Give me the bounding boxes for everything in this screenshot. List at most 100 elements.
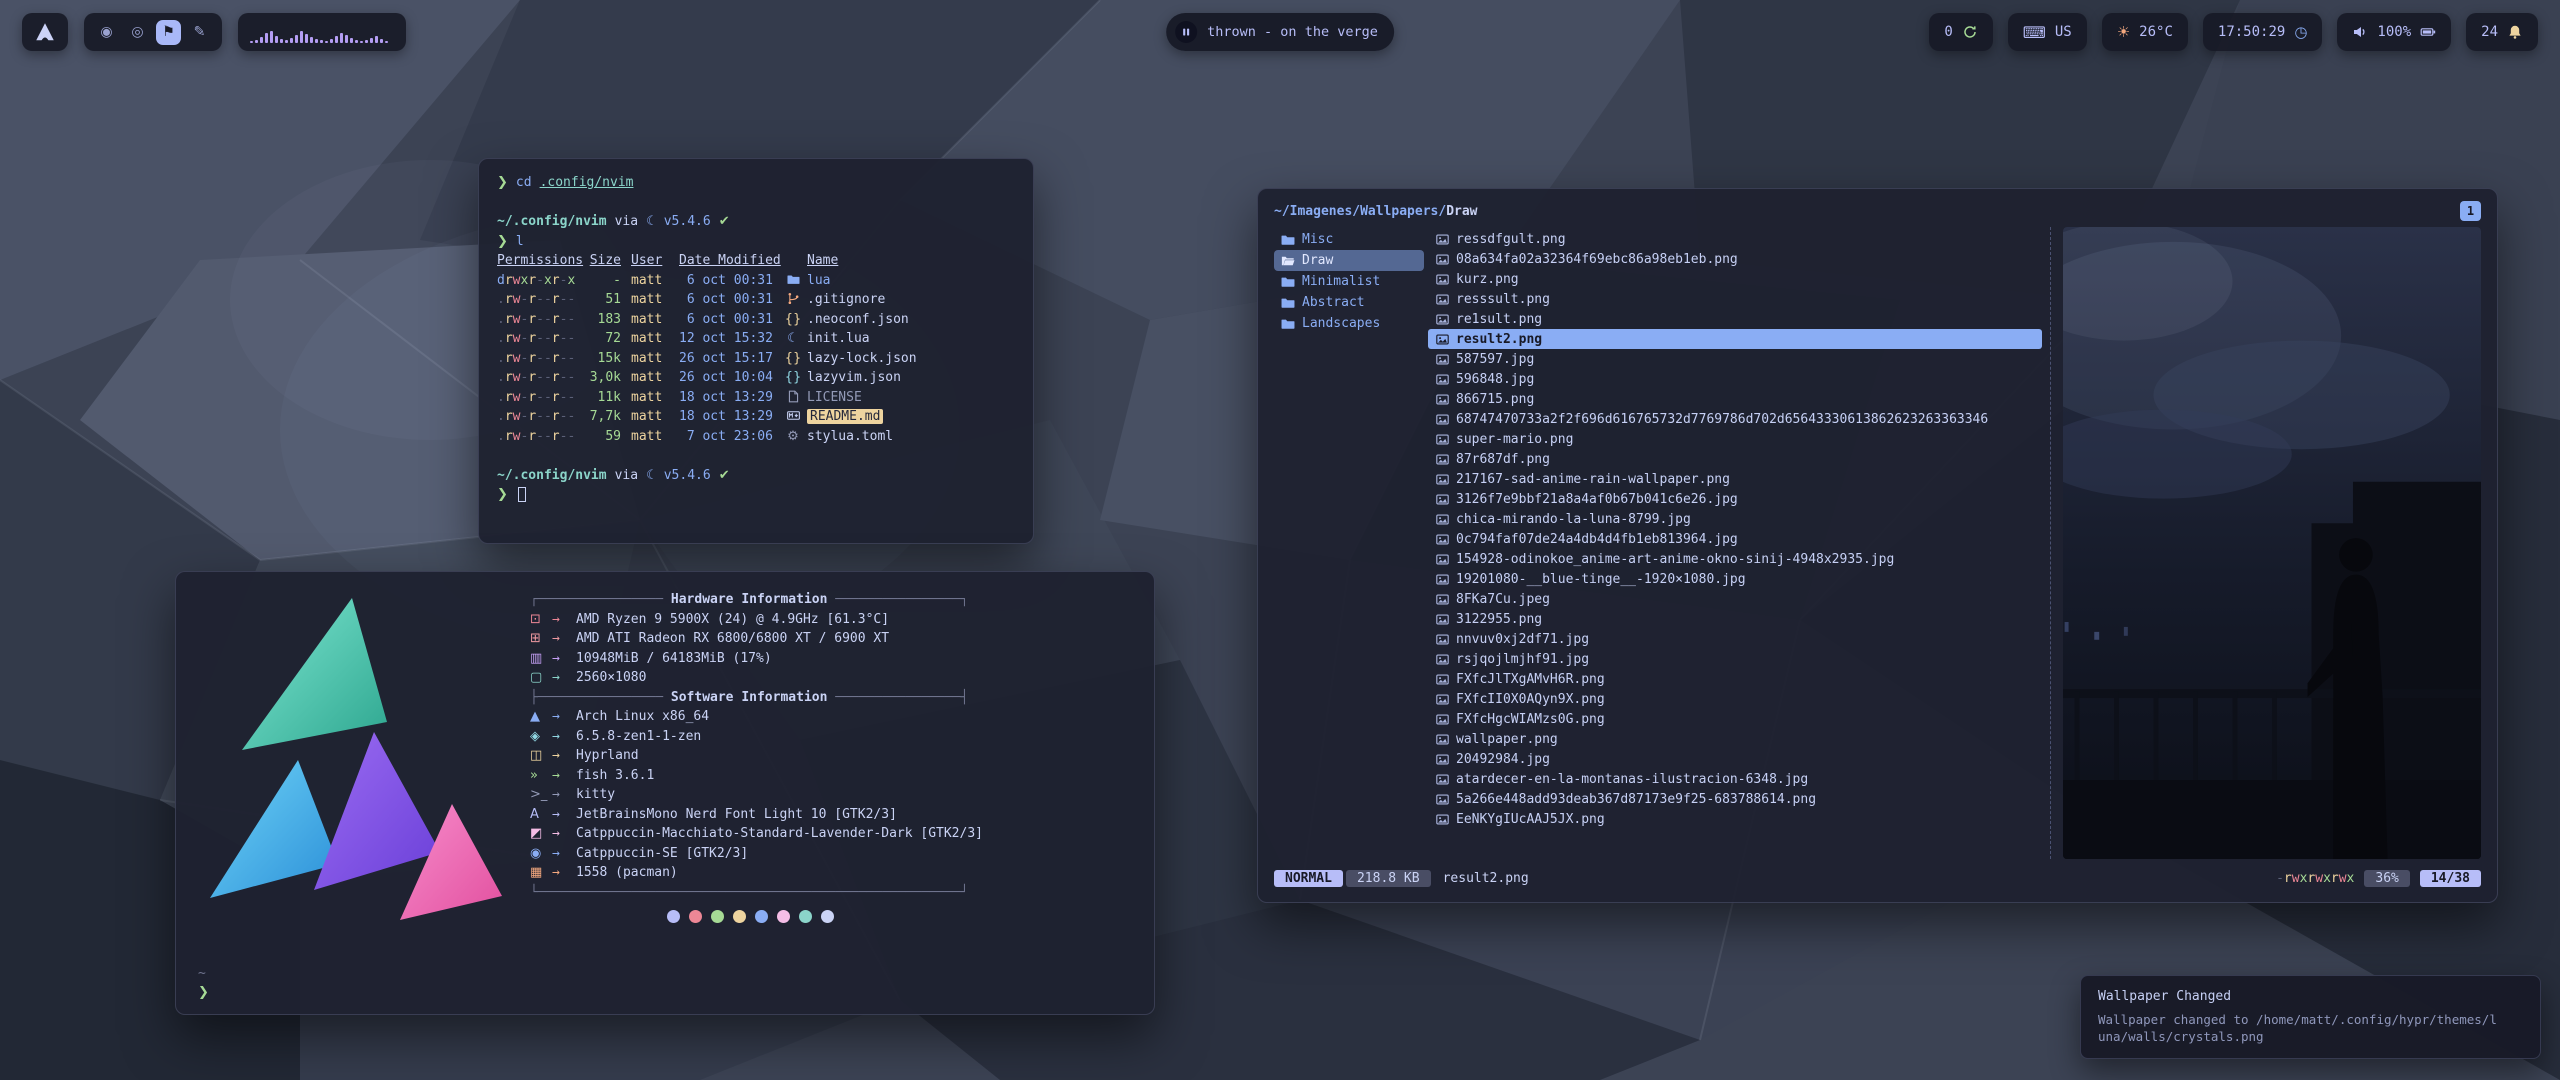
updates-module[interactable]: 0 [1929, 13, 1992, 51]
info-icon: ◩ [530, 824, 552, 844]
info-value: Catppuccin-SE [GTK2/3] [576, 844, 748, 864]
folder-item[interactable]: Misc [1274, 229, 1424, 250]
file-item[interactable]: FXfcHgcWIAMzs0G.png [1428, 709, 2042, 729]
file-listing-row: .rw-r--r-- 15k matt 26 oct 15:17 {} lazy… [497, 349, 1015, 369]
file-item[interactable]: 217167-sad-anime-rain-wallpaper.png [1428, 469, 2042, 489]
file-type-icon [783, 409, 803, 424]
palette-color-dot [689, 910, 702, 923]
shell-input-line[interactable]: ❯ [497, 485, 1015, 505]
command-line: ❯cd.config/nvim [497, 173, 1015, 193]
file-item[interactable]: atardecer-en-la-montanas-ilustracion-634… [1428, 769, 2042, 789]
shell-context-line: ~/.config/nvimvia☾v5.4.6✔ [497, 466, 1015, 486]
file-owner: matt [631, 429, 669, 444]
tab-indicator[interactable]: 1 [2460, 201, 2481, 221]
info-value: Catppuccin-Macchiato-Standard-Lavender-D… [576, 824, 983, 844]
file-item[interactable]: 866715.png [1428, 389, 2042, 409]
file-item[interactable]: EeNKYgIUcAAJ5JX.png [1428, 809, 2042, 829]
folder-item[interactable]: Landscapes [1274, 313, 1424, 334]
file-listing-row: .rw-r--r-- 51 matt 6 oct 00:31 .gitignor… [497, 290, 1015, 310]
folder-item[interactable]: Abstract [1274, 292, 1424, 313]
workspace-button[interactable]: ◉ [94, 20, 119, 45]
info-row: ▢ → 2560×1080 [530, 668, 983, 688]
command-arg: .config/nvim [540, 175, 634, 190]
arrow-icon: → [552, 727, 576, 747]
file-item[interactable]: 8FKa7Cu.jpeg [1428, 589, 2042, 609]
file-name: 87r687df.png [1456, 452, 1550, 467]
weather-module[interactable]: ☀ 26°C [2102, 13, 2188, 51]
workspaces-module: ◉◎⚑✎ [84, 13, 222, 51]
workspace-button[interactable]: ◎ [125, 20, 150, 45]
mode-badge: NORMAL [1274, 870, 1343, 887]
workspace-button[interactable]: ✎ [187, 20, 212, 45]
info-icon: ▲ [530, 707, 552, 727]
file-owner: matt [631, 409, 669, 424]
file-item[interactable]: super-mario.png [1428, 429, 2042, 449]
shell-prompt[interactable]: ~ ❯ [198, 964, 209, 1002]
file-item[interactable]: 68747470733a2f2f696d616765732d7769786d70… [1428, 409, 2042, 429]
info-value: kitty [576, 785, 615, 805]
shell-context-line: ~/.config/nvimvia☾v5.4.6✔ [497, 212, 1015, 232]
clock-module[interactable]: 17:50:29 ◷ [2203, 13, 2323, 51]
file-item[interactable]: 5a266e448add93deab367d87173e9f25-6837886… [1428, 789, 2042, 809]
file-item[interactable]: 596848.jpg [1428, 369, 2042, 389]
file-type-icon [783, 390, 803, 405]
file-item[interactable]: 3126f7e9bbf21a8a4af0b67b041c6e26.jpg [1428, 489, 2042, 509]
file-item[interactable]: result2.png [1428, 329, 2042, 349]
workspace-button[interactable]: ⚑ [156, 20, 181, 45]
notification-popup[interactable]: Wallpaper Changed Wallpaper changed to /… [2080, 975, 2541, 1059]
file-size: - [581, 273, 621, 288]
file-item[interactable]: ressdfgult.png [1428, 229, 2042, 249]
folder-name: Abstract [1302, 295, 1365, 310]
file-item[interactable]: 0c794faf07de24a4db4d4fb1eb813964.jpg [1428, 529, 2042, 549]
file-item[interactable]: re1sult.png [1428, 309, 2042, 329]
keyboard-layout: US [2055, 24, 2072, 40]
file-item[interactable]: rsjqojlmjhf91.jpg [1428, 649, 2042, 669]
file-date: 6 oct 00:31 [679, 273, 783, 288]
file-item[interactable]: chica-mirando-la-luna-8799.jpg [1428, 509, 2042, 529]
file-item[interactable]: FXfcII0X0AQyn9X.png [1428, 689, 2042, 709]
volume-module[interactable]: 100% [2337, 13, 2451, 51]
info-row: ⊡ → AMD Ryzen 9 5900X (24) @ 4.9GHz [61.… [530, 610, 983, 630]
info-row: ◉ → Catppuccin-SE [GTK2/3] [530, 844, 983, 864]
image-file-icon [1436, 253, 1449, 266]
file-item[interactable]: resssult.png [1428, 289, 2042, 309]
launcher-button[interactable] [22, 13, 68, 51]
file-item[interactable]: nnvuv0xj2df71.jpg [1428, 629, 2042, 649]
info-row: ⊞ → AMD ATI Radeon RX 6800/6800 XT / 690… [530, 629, 983, 649]
file-name: result2.png [1456, 332, 1542, 347]
cursor-position-badge: 14/38 [2420, 870, 2481, 887]
file-name: EeNKYgIUcAAJ5JX.png [1456, 812, 1605, 827]
file-item[interactable]: kurz.png [1428, 269, 2042, 289]
file-item[interactable]: 20492984.jpg [1428, 749, 2042, 769]
media-player-module[interactable]: thrown - on the verge [1166, 13, 1394, 51]
file-item[interactable]: 08a634fa02a32364f69ebc86a98eb1eb.png [1428, 249, 2042, 269]
pane-separator [2050, 227, 2051, 859]
fastfetch-window[interactable]: ┌──────────────── Hardware Information ─… [175, 571, 1155, 1015]
terminal-window[interactable]: ❯cd.config/nvim ~/.config/nvimvia☾v5.4.6… [478, 158, 1034, 544]
keyboard-layout-module[interactable]: ⌨ US [2008, 13, 2087, 51]
file-name: ressdfgult.png [1456, 232, 1566, 247]
file-name: 3122955.png [1456, 612, 1542, 627]
folder-item[interactable]: Draw [1274, 250, 1424, 271]
file-item[interactable]: 19201080-__blue-tinge__-1920×1080.jpg [1428, 569, 2042, 589]
file-item[interactable]: FXfcJlTXgAMvH6R.png [1428, 669, 2042, 689]
file-manager-window[interactable]: ~/Imagenes/Wallpapers/ Draw 1 Misc Draw … [1257, 188, 2498, 903]
file-name: stylua.toml [807, 429, 893, 444]
volume-level: 100% [2377, 24, 2411, 40]
notifications-module[interactable]: 24 [2466, 13, 2538, 51]
file-item[interactable]: wallpaper.png [1428, 729, 2042, 749]
info-icon: » [530, 766, 552, 786]
file-name: 587597.jpg [1456, 352, 1534, 367]
info-icon: A [530, 805, 552, 825]
file-item[interactable]: 154928-odinokoe_anime-art-anime-okno-sin… [1428, 549, 2042, 569]
file-item[interactable]: 587597.jpg [1428, 349, 2042, 369]
file-name: rsjqojlmjhf91.jpg [1456, 652, 1589, 667]
file-manager-header: ~/Imagenes/Wallpapers/ Draw 1 [1274, 197, 2481, 225]
file-name: atardecer-en-la-montanas-ilustracion-634… [1456, 772, 1808, 787]
file-name: FXfcJlTXgAMvH6R.png [1456, 672, 1605, 687]
info-icon: ◈ [530, 727, 552, 747]
folder-item[interactable]: Minimalist [1274, 271, 1424, 292]
folder-icon [1281, 296, 1295, 310]
file-item[interactable]: 87r687df.png [1428, 449, 2042, 469]
file-item[interactable]: 3122955.png [1428, 609, 2042, 629]
